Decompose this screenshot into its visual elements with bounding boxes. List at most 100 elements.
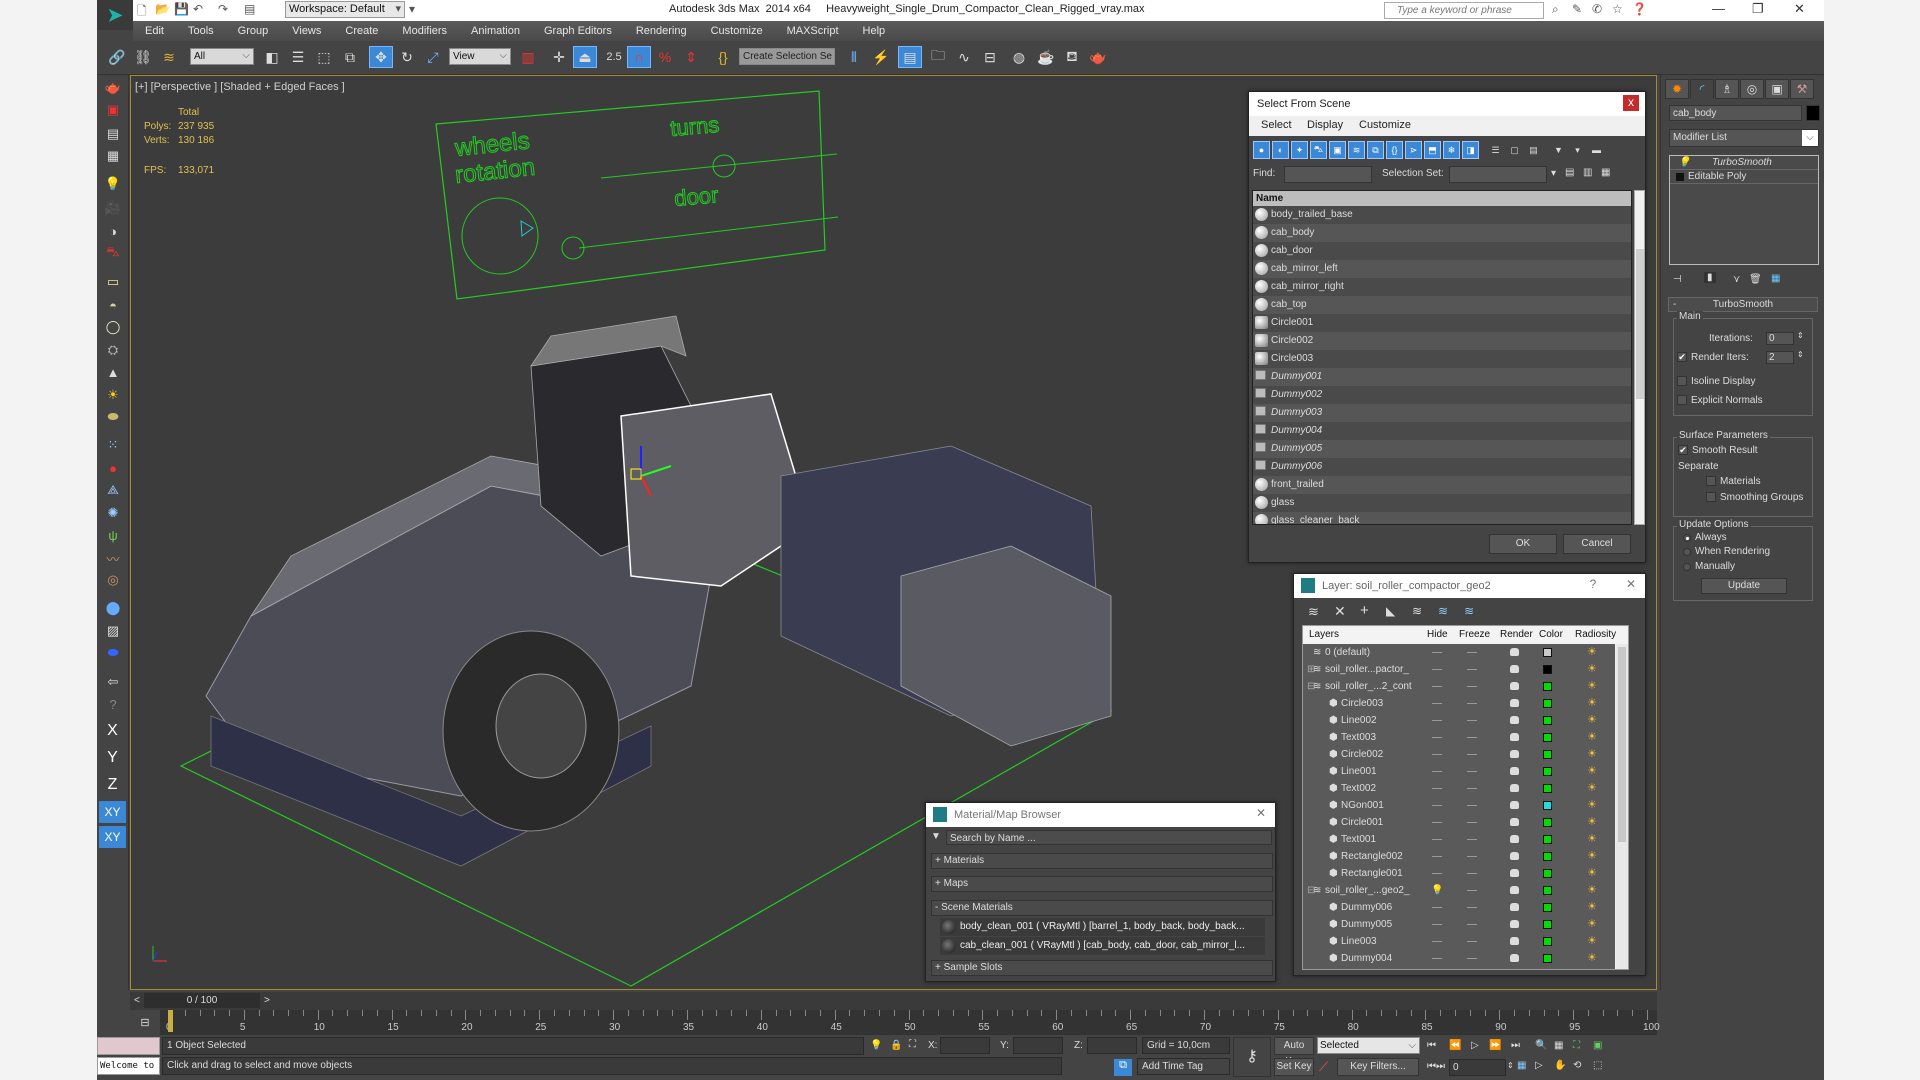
select-object-icon[interactable]: ◧ xyxy=(260,46,284,68)
freeze-toggle[interactable] xyxy=(1467,924,1477,925)
render-teapot-icon[interactable] xyxy=(1510,954,1519,962)
freeze-toggle[interactable] xyxy=(1467,873,1477,874)
column-radiosity[interactable]: Radiosity xyxy=(1575,629,1616,640)
radiosity-icon[interactable]: ☀ xyxy=(1587,782,1599,794)
radiosity-icon[interactable]: ☀ xyxy=(1587,901,1599,913)
menu-group[interactable]: Group xyxy=(226,21,281,41)
mesh-icon[interactable]: ⟁ xyxy=(101,479,125,501)
dome-light-icon[interactable]: ◓ xyxy=(101,294,125,316)
smooth-result-checkbox[interactable]: ✔ xyxy=(1678,445,1688,455)
freeze-toggle[interactable] xyxy=(1467,771,1477,772)
layer-list-scrollbar[interactable] xyxy=(1616,644,1628,969)
isoline-display-checkbox[interactable] xyxy=(1677,376,1687,386)
layer-row[interactable]: ≋ 0 (default) ☀ xyxy=(1303,644,1615,661)
cone-icon[interactable]: ▲ xyxy=(101,361,125,383)
make-unique-icon[interactable]: ⋎ xyxy=(1733,274,1740,285)
restore-button[interactable]: ❐ xyxy=(1752,1,1764,17)
render-teapot-icon[interactable] xyxy=(1510,750,1519,758)
column-freeze[interactable]: Freeze xyxy=(1459,629,1490,640)
render-teapot-icon[interactable] xyxy=(1510,648,1519,656)
display-frozen-icon[interactable]: ❄ xyxy=(1443,141,1460,159)
scene-object-row[interactable]: Dummy006 xyxy=(1253,458,1631,476)
sphere-camera-icon[interactable]: ◑ xyxy=(101,220,125,242)
sun-icon[interactable]: ☀ xyxy=(101,384,125,406)
freeze-toggle[interactable] xyxy=(1467,652,1477,653)
menu-maxscript[interactable]: MAXScript xyxy=(775,21,851,41)
render-iters-checkbox[interactable]: ✔ xyxy=(1677,352,1687,362)
zoom-all-icon[interactable]: ▦ xyxy=(1554,1040,1563,1051)
current-layer-lightbulb-icon[interactable]: 💡 xyxy=(1431,882,1443,899)
menu-modifiers[interactable]: Modifiers xyxy=(390,21,459,41)
z-coordinate-input[interactable] xyxy=(1087,1037,1137,1054)
hide-unhide-all-icon[interactable]: ≋ xyxy=(1438,604,1448,618)
toggle-scene-explorer-icon[interactable]: ▤ xyxy=(898,46,922,68)
keyword-search-input[interactable]: Type a keyword or phrase xyxy=(1384,2,1544,19)
isolate-selection-icon[interactable]: 💡 xyxy=(870,1040,882,1051)
render-window-icon[interactable]: ▣ xyxy=(101,99,125,121)
pivot-center-icon[interactable]: ▥ xyxy=(516,46,540,68)
scene-object-row[interactable]: cab_mirror_right xyxy=(1253,278,1631,296)
favorites-star-icon[interactable]: ☆ xyxy=(1612,2,1623,16)
freeze-toggle[interactable] xyxy=(1467,907,1477,908)
track-bar[interactable]: 0510152025303540455055606570758085909510… xyxy=(160,1010,1660,1035)
maximize-viewport-icon[interactable]: ⬚ xyxy=(1593,1060,1602,1071)
radiosity-icon[interactable]: ☀ xyxy=(1587,731,1599,743)
hide-toggle[interactable] xyxy=(1432,856,1442,857)
constrain-xy-snap-button[interactable]: XY xyxy=(99,826,126,848)
pin-stack-icon[interactable]: ⊣ xyxy=(1673,274,1682,285)
remove-selection-set-icon[interactable]: ▥ xyxy=(1583,167,1592,178)
layer-manager-icon[interactable]: 🗀 xyxy=(926,46,950,68)
scene-object-row[interactable]: body_trailed_base xyxy=(1253,206,1631,224)
stack-item-editable-poly[interactable]: Editable Poly xyxy=(1670,170,1818,184)
clipper-icon[interactable]: ⬬ xyxy=(101,642,125,664)
render-teapot-icon[interactable] xyxy=(1510,665,1519,673)
render-teapot-icon[interactable] xyxy=(1510,818,1519,826)
open-mini-curve-editor-icon[interactable]: ⊟ xyxy=(130,1010,160,1035)
layer-color-swatch[interactable] xyxy=(1543,886,1552,895)
maps-section[interactable]: + Maps xyxy=(931,876,1273,892)
app-menu-button[interactable]: ➤ xyxy=(97,0,133,30)
scene-object-row[interactable]: Circle003 xyxy=(1253,350,1631,368)
selection-filter-dropdown[interactable]: All xyxy=(190,48,254,65)
freeze-toggle[interactable] xyxy=(1467,856,1477,857)
layer-object-row[interactable]: ⬢ Rectangle001 ☀ xyxy=(1303,865,1615,882)
constrain-xy-button[interactable]: XY xyxy=(99,801,126,823)
filter-icon[interactable]: ▼ xyxy=(1550,141,1567,159)
selection-lock-icon[interactable]: 🔒 xyxy=(890,1040,902,1051)
select-selection-set-icon[interactable]: ▦ xyxy=(1601,167,1610,178)
close-button[interactable]: ✕ xyxy=(1253,806,1269,822)
align-icon[interactable]: ⚡ xyxy=(869,46,893,68)
hide-toggle[interactable] xyxy=(1432,941,1442,942)
curve-editor-icon[interactable]: ∿ xyxy=(952,46,976,68)
close-window-button[interactable]: ✕ xyxy=(1794,1,1805,17)
help-circle-icon[interactable]: ? xyxy=(101,693,125,715)
utilities-tab-icon[interactable]: ⚒ xyxy=(1790,79,1814,99)
close-button[interactable]: x xyxy=(1623,95,1639,111)
layer-color-swatch[interactable] xyxy=(1543,665,1552,674)
maxscript-mini-listener[interactable]: Welcome to M xyxy=(97,1057,160,1075)
key-mode-dropdown[interactable]: Selected ⌵ xyxy=(1317,1037,1420,1054)
hide-toggle[interactable] xyxy=(1432,907,1442,908)
ies-light-icon[interactable]: ⛭ xyxy=(101,339,125,361)
remove-modifier-icon[interactable]: 🗑 xyxy=(1749,274,1762,285)
radiosity-icon[interactable]: ☀ xyxy=(1587,799,1599,811)
perspective-viewport[interactable]: [+] [Perspective ] [Shaded + Edged Faces… xyxy=(130,75,1657,990)
metaball-icon[interactable]: ● xyxy=(101,457,125,479)
display-helpers-icon[interactable]: ▣ xyxy=(1329,141,1346,159)
percent-snap-icon[interactable]: % xyxy=(653,46,677,68)
turbosmooth-rollout-header[interactable]: - TurboSmooth xyxy=(1668,297,1818,312)
radiosity-icon[interactable]: ☀ xyxy=(1587,833,1599,845)
render-teapot-icon[interactable] xyxy=(1510,937,1519,945)
hide-toggle[interactable] xyxy=(1432,924,1442,925)
select-and-link-icon[interactable]: 🔗 xyxy=(105,46,129,68)
freeze-toggle[interactable] xyxy=(1467,737,1477,738)
render-teapot-icon[interactable] xyxy=(1510,801,1519,809)
stereo-camera-icon[interactable]: ⛍ xyxy=(101,242,125,264)
display-bones-icon[interactable]: ⋗ xyxy=(1405,141,1422,159)
unlink-selection-icon[interactable]: ⛓ xyxy=(131,46,155,68)
display-cameras-icon[interactable]: ⛍ xyxy=(1310,141,1327,159)
freeze-toggle[interactable] xyxy=(1467,686,1477,687)
layer-object-row[interactable]: ⬢ Dummy006 ☀ xyxy=(1303,899,1615,916)
layer-object-row[interactable]: ⬢ Rectangle002 ☀ xyxy=(1303,848,1615,865)
scene-object-row[interactable]: Dummy002 xyxy=(1253,386,1631,404)
